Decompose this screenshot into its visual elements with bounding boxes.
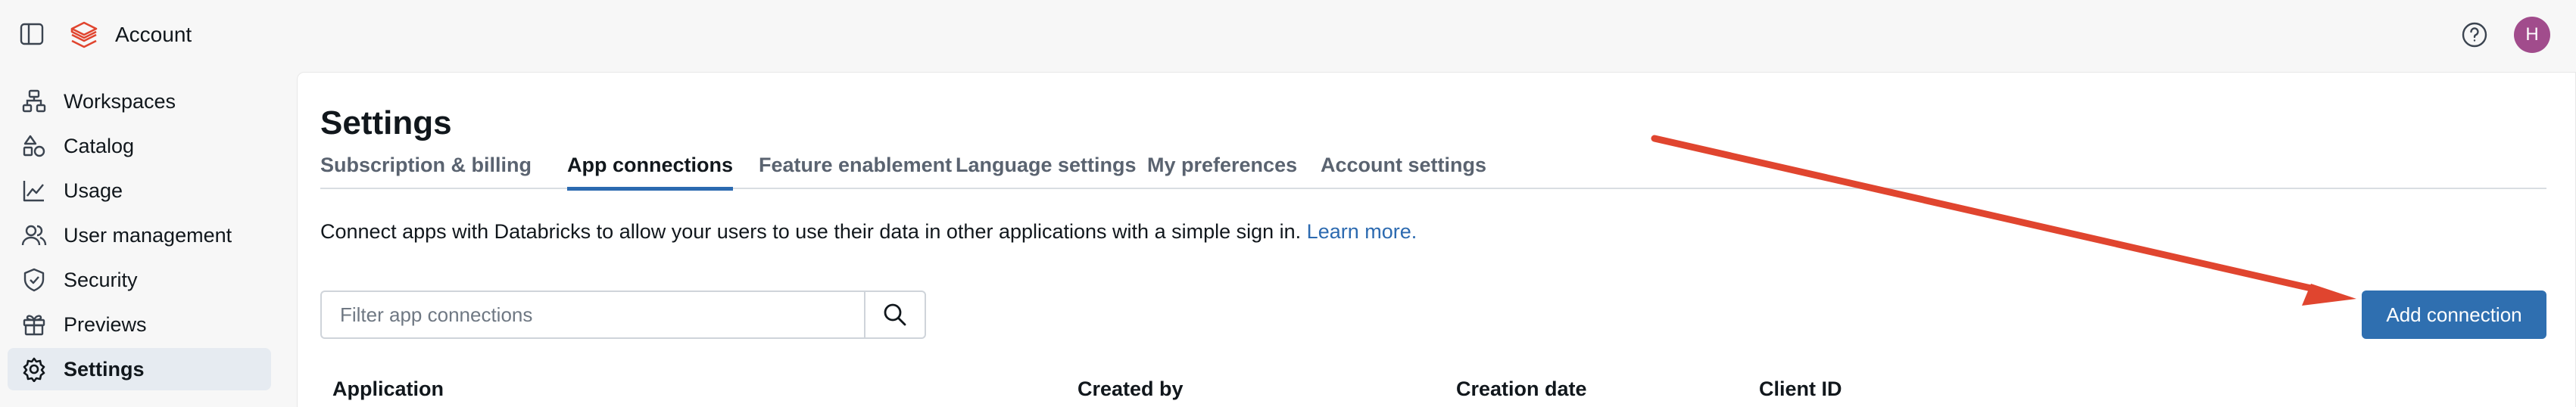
- sidebar-item-label: Previews: [64, 312, 147, 336]
- tab-language-settings[interactable]: Language settings: [956, 151, 1137, 189]
- sidebar-item-usage[interactable]: Usage: [8, 169, 271, 212]
- user-avatar[interactable]: H: [2514, 17, 2550, 53]
- usage-chart-icon: [21, 178, 47, 204]
- gear-icon: [21, 356, 47, 383]
- app-title: Account: [115, 23, 192, 46]
- sidebar-item-previews[interactable]: Previews: [8, 303, 271, 346]
- sidebar-item-label: Security: [64, 268, 138, 291]
- description-body: Connect apps with Databricks to allow yo…: [320, 220, 1302, 243]
- settings-panel: Settings Subscription & billing App conn…: [297, 72, 2576, 407]
- users-icon: [21, 222, 47, 248]
- gift-icon: [21, 312, 47, 337]
- workspaces-icon: [21, 89, 47, 114]
- settings-tabs: Subscription & billing App connections F…: [320, 151, 2546, 191]
- page-title: Settings: [320, 104, 452, 141]
- catalog-icon: [21, 133, 47, 159]
- filter-app-connections-input[interactable]: [320, 290, 865, 339]
- description-text: Connect apps with Databricks to allow yo…: [320, 218, 1417, 245]
- column-header-application[interactable]: Application: [332, 375, 444, 402]
- sidebar-item-label: Settings: [64, 357, 145, 381]
- sidebar-item-label: User management: [64, 223, 232, 247]
- databricks-logo-icon[interactable]: [70, 21, 98, 48]
- table-header: Application Created by Creation date Cli…: [320, 375, 2546, 407]
- sidebar-item-settings[interactable]: Settings: [8, 348, 271, 390]
- sidebar-toggle-icon[interactable]: [20, 23, 44, 45]
- column-header-creation-date[interactable]: Creation date: [1456, 375, 1587, 402]
- sidebar-item-workspaces[interactable]: Workspaces: [8, 80, 271, 123]
- column-header-client-id[interactable]: Client ID: [1759, 375, 1842, 402]
- sidebar-item-label: Catalog: [64, 134, 135, 157]
- help-icon[interactable]: [2461, 21, 2488, 48]
- top-bar: Account H: [0, 0, 2576, 70]
- sidebar-item-catalog[interactable]: Catalog: [8, 125, 271, 167]
- shield-icon: [21, 267, 47, 293]
- sidebar: Workspaces Catalog Usage User management…: [0, 70, 288, 407]
- learn-more-link[interactable]: Learn more.: [1307, 220, 1417, 243]
- column-header-created-by[interactable]: Created by: [1077, 375, 1184, 402]
- sidebar-item-label: Workspaces: [64, 89, 176, 113]
- add-connection-button[interactable]: Add connection: [2362, 290, 2546, 339]
- tab-feature-enablement[interactable]: Feature enablement: [759, 151, 952, 189]
- sidebar-item-user-management[interactable]: User management: [8, 214, 271, 256]
- search-button[interactable]: [864, 290, 926, 339]
- tab-subscription-billing[interactable]: Subscription & billing: [320, 151, 532, 189]
- search-icon: [884, 303, 906, 326]
- sidebar-item-security[interactable]: Security: [8, 259, 271, 301]
- sidebar-item-label: Usage: [64, 179, 123, 202]
- tab-app-connections[interactable]: App connections: [567, 151, 734, 191]
- tab-account-settings[interactable]: Account settings: [1321, 151, 1486, 189]
- filter-box: [320, 290, 926, 339]
- tab-my-preferences[interactable]: My preferences: [1147, 151, 1297, 189]
